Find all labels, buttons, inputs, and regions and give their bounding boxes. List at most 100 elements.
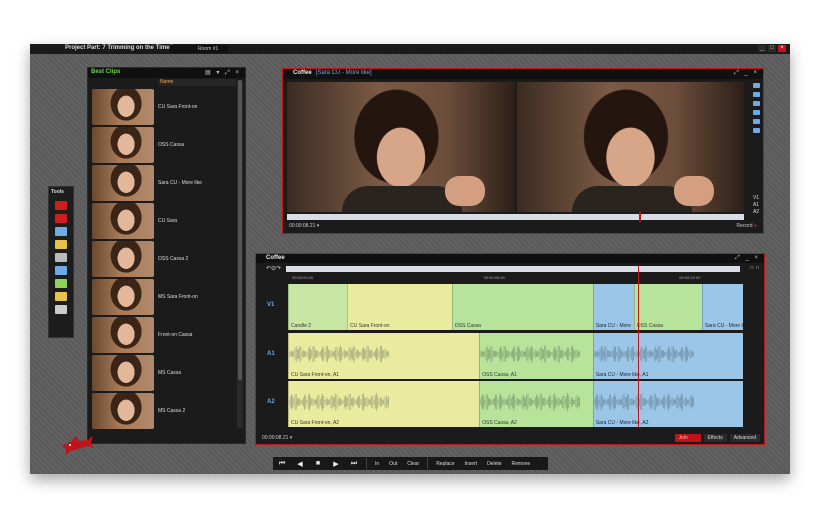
clip-row[interactable]: Front-on Cassa bbox=[92, 316, 234, 353]
timeline-clip[interactable]: OSS Cassa, A2 bbox=[479, 381, 593, 427]
timeline-nav-icons[interactable]: ↶⊘↷ bbox=[266, 265, 281, 272]
go-to-end-button[interactable]: ⏭ bbox=[345, 460, 363, 468]
clip-row[interactable]: Sara CU - More like bbox=[92, 164, 234, 201]
track-select-v1[interactable]: V1 bbox=[751, 195, 761, 202]
timeline-clip[interactable]: CU Sara Front-on bbox=[347, 284, 452, 330]
record-frame[interactable] bbox=[516, 82, 744, 212]
close-button[interactable]: × bbox=[778, 45, 786, 52]
timeline-clip[interactable]: Sara CU - More bbox=[592, 284, 634, 330]
track-select-a1[interactable]: A1 bbox=[751, 202, 761, 209]
viewer-scrub-bar[interactable] bbox=[287, 212, 744, 222]
timeline-controls[interactable]: ⤢ _ × bbox=[735, 255, 760, 262]
clip-row[interactable]: MS Cassa 2 bbox=[92, 392, 234, 429]
timeline-playhead[interactable] bbox=[638, 266, 640, 427]
record-icon[interactable] bbox=[55, 201, 67, 210]
timeline-clip[interactable]: Sara CU - More like, A1 bbox=[592, 333, 743, 379]
timeline-clip[interactable]: Sara CU - More li bbox=[702, 284, 743, 330]
red-camera-icon[interactable] bbox=[55, 214, 67, 223]
timeline-clip[interactable]: Sara CU - More like, A2 bbox=[592, 381, 743, 427]
replace-button[interactable]: Replace bbox=[431, 461, 459, 467]
timeline-clip-name: Sara CU - More li bbox=[705, 323, 743, 329]
track-label-v1[interactable]: V1 bbox=[267, 302, 274, 308]
bin-scrollbar[interactable] bbox=[237, 80, 243, 428]
clear-button[interactable]: Clear bbox=[402, 461, 424, 467]
timeline-buttons: Join Effects Advanced bbox=[674, 434, 760, 442]
timeline-clip-name: OSS Cassa, A1 bbox=[482, 372, 517, 378]
clip-name: OSS Cassa 2 bbox=[158, 255, 189, 262]
folder-icon[interactable] bbox=[752, 83, 760, 88]
room-selector[interactable]: Room #1 bbox=[170, 45, 228, 53]
track-select-a2[interactable]: A2 bbox=[751, 209, 761, 216]
step-back-button[interactable]: ◀ bbox=[291, 460, 309, 468]
clip-thumbnail[interactable] bbox=[92, 126, 154, 163]
clip-thumbnail[interactable] bbox=[92, 278, 154, 315]
viewer-timecode-value: 00:00:08.21 bbox=[289, 223, 316, 229]
ruler-timecode: 00:00:05.00 bbox=[483, 275, 505, 280]
keyboard-icon[interactable] bbox=[55, 253, 67, 262]
clip-thumbnail[interactable] bbox=[92, 316, 154, 353]
record-label[interactable]: Record ● bbox=[736, 223, 757, 229]
clip-thumbnail[interactable] bbox=[92, 202, 154, 239]
go-to-start-button[interactable]: ⏮ bbox=[273, 460, 291, 468]
viewer-controls[interactable]: ⤢ _ × bbox=[734, 70, 759, 77]
clip-thumbnail[interactable] bbox=[92, 354, 154, 391]
bin-scroll-thumb[interactable] bbox=[238, 80, 242, 380]
toolbar-separator bbox=[366, 458, 367, 469]
mark-in-button[interactable]: In bbox=[370, 461, 384, 467]
delete-button[interactable]: Delete bbox=[482, 461, 506, 467]
clip-thumbnail[interactable] bbox=[92, 164, 154, 201]
minimize-button[interactable]: _ bbox=[758, 45, 766, 52]
clip-thumbnail[interactable] bbox=[92, 88, 154, 125]
timeline-icon[interactable] bbox=[55, 292, 67, 301]
stop-button[interactable]: ■ bbox=[309, 460, 327, 467]
advanced-button[interactable]: Advanced bbox=[729, 434, 760, 442]
viewer-sequence-name: Coffee bbox=[293, 70, 312, 76]
timeline-scrub-bar[interactable] bbox=[286, 266, 740, 272]
maximize-button[interactable]: □ bbox=[768, 45, 776, 52]
layers-icon[interactable] bbox=[752, 110, 760, 115]
play-button[interactable]: ▶ bbox=[327, 460, 345, 468]
arch-icon[interactable] bbox=[752, 119, 760, 124]
viewer-timecode[interactable]: 00:00:08.21 ▾ bbox=[289, 223, 319, 229]
track-label-a2[interactable]: A2 bbox=[267, 399, 275, 405]
clip-row[interactable]: MS Sara Front-on bbox=[92, 278, 234, 315]
source-frame[interactable] bbox=[287, 82, 515, 212]
edit-toolbar: ⏮ ◀ ■ ▶ ⏭ In Out Clear Replace Insert De… bbox=[273, 457, 548, 470]
clip-row[interactable]: CU Sara bbox=[92, 202, 234, 239]
grid-icon[interactable] bbox=[55, 227, 67, 236]
insert-button[interactable]: Insert bbox=[460, 461, 483, 467]
timeline-clip[interactable]: OSS Cassa, A1 bbox=[479, 333, 593, 379]
column-header-name[interactable]: Name bbox=[158, 79, 236, 86]
clip-thumbnail[interactable] bbox=[92, 240, 154, 277]
timeline-clip[interactable]: OSS Cassa bbox=[633, 284, 703, 330]
track-label-a1[interactable]: A1 bbox=[267, 351, 275, 357]
timeline-clip[interactable]: CU Sara Front-on, A2 bbox=[288, 381, 480, 427]
timeline-clip[interactable]: Candle 2 bbox=[288, 284, 348, 330]
timeline-clip[interactable]: CU Sara Front-on, A1 bbox=[288, 333, 480, 379]
clip-thumbnail[interactable] bbox=[92, 392, 154, 429]
join-button[interactable]: Join bbox=[674, 434, 701, 442]
clip-row[interactable]: CU Sara Front-on bbox=[92, 88, 234, 125]
clip-row[interactable]: OSS Cassa bbox=[92, 126, 234, 163]
timeline-zoom-icons[interactable]: ∩ ∩ bbox=[750, 265, 760, 271]
effects-button[interactable]: Effects bbox=[703, 434, 727, 442]
people-icon[interactable] bbox=[55, 305, 67, 314]
audio-waveform bbox=[289, 345, 389, 363]
track-a1: CU Sara Front-on, A1 OSS Cassa, A1 Sara CU… bbox=[288, 333, 743, 379]
audio-waveform bbox=[593, 393, 694, 411]
monitor-icon[interactable] bbox=[55, 266, 67, 275]
clip-row[interactable]: MS Cassa bbox=[92, 354, 234, 391]
remove-button[interactable]: Remove bbox=[507, 461, 536, 467]
clip-row[interactable]: OSS Cassa 2 bbox=[92, 240, 234, 277]
mark-out-button[interactable]: Out bbox=[384, 461, 402, 467]
viewer-playhead[interactable] bbox=[638, 212, 641, 222]
tv-icon[interactable] bbox=[55, 279, 67, 288]
grid-icon[interactable] bbox=[752, 101, 760, 106]
project-title[interactable]: Project Part: 7 Trimming on the Timeline bbox=[65, 45, 180, 51]
bin-controls[interactable]: ▤ ▾ ⤢ × bbox=[205, 69, 241, 77]
list-icon[interactable] bbox=[752, 92, 760, 97]
timeline-clip[interactable]: OSS Cassa bbox=[451, 284, 593, 330]
export-icon[interactable] bbox=[752, 128, 760, 133]
folder-icon[interactable] bbox=[55, 240, 67, 249]
timeline-timecode[interactable]: 00:00:08.21 ▾ bbox=[262, 435, 292, 441]
